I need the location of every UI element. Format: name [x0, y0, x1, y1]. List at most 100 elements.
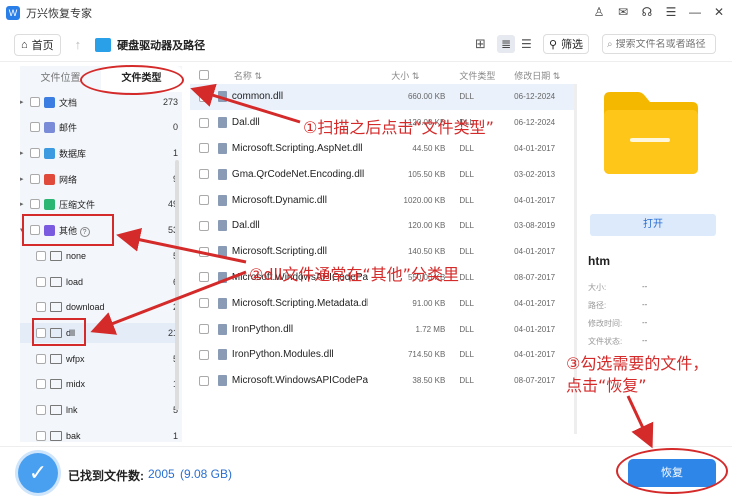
sidebar-item-documents[interactable]: ▸ 文档 273 — [20, 92, 178, 112]
file-name: Microsoft.Scripting.dll — [217, 246, 368, 258]
row-checkbox[interactable] — [198, 272, 209, 283]
menu-icon[interactable]: ☰ — [662, 3, 680, 21]
checkbox[interactable] — [30, 199, 40, 209]
filter-label: 筛选 — [561, 39, 584, 51]
file-icon — [217, 246, 227, 258]
annotation-box-dll — [32, 318, 86, 346]
checkbox[interactable] — [36, 431, 46, 441]
column-type[interactable]: 文件类型 — [459, 69, 514, 82]
sidebar-scrollbar[interactable] — [175, 160, 179, 410]
expand-arrow-icon[interactable]: ▸ — [20, 200, 30, 208]
expand-arrow-icon[interactable]: ▸ — [20, 175, 30, 183]
file-row[interactable]: common.dll 660.00 KB DLL 06-12-2024 — [190, 84, 574, 110]
found-label: 已找到文件数: — [68, 469, 144, 483]
list-view-icon[interactable]: ≣ — [497, 35, 515, 53]
row-checkbox[interactable] — [198, 298, 209, 309]
file-size: 44.50 KB — [412, 143, 446, 153]
file-type: DLL — [459, 324, 474, 334]
file-row[interactable]: IronPython.dll 1.72 MB DLL 04-01-2017 — [190, 316, 574, 342]
row-checkbox[interactable] — [198, 246, 209, 257]
row-checkbox[interactable] — [198, 220, 209, 231]
detail-view-icon[interactable]: ☰ — [521, 36, 537, 52]
folder-icon — [50, 405, 62, 415]
file-type: DLL — [459, 143, 474, 153]
sidebar-item-wfpx[interactable]: wfpx 5 — [20, 349, 178, 369]
file-type: DLL — [459, 376, 474, 386]
expand-arrow-icon[interactable]: ▸ — [20, 98, 30, 106]
row-checkbox[interactable] — [198, 117, 209, 128]
file-type: DLL — [459, 350, 474, 360]
sidebar-item-database[interactable]: ▸ 数据库 1 — [20, 143, 178, 163]
row-checkbox[interactable] — [198, 195, 209, 206]
row-checkbox[interactable] — [198, 349, 209, 360]
sidebar-item-load[interactable]: load 6 — [20, 272, 178, 292]
column-name[interactable]: 名称 ⇅ — [218, 69, 368, 82]
row-checkbox[interactable] — [198, 169, 209, 180]
minimize-icon[interactable]: — — [686, 3, 704, 21]
row-checkbox[interactable] — [198, 91, 209, 102]
file-icon — [217, 349, 227, 361]
account-icon[interactable]: ♙ — [590, 3, 608, 21]
checkbox[interactable] — [36, 405, 46, 415]
message-icon[interactable]: ✉ — [614, 3, 632, 21]
toolbar: ⌂ 首页 ↑ 硬盘驱动器及路径 ⊞ ≣ ☰ ⚲ 筛选 ⌕ — [0, 28, 732, 62]
checkbox[interactable] — [36, 354, 46, 364]
file-name: Microsoft.Scripting.AspNet.dll — [217, 142, 368, 154]
sidebar-item-archive[interactable]: ▸ 压缩文件 49 — [20, 194, 178, 214]
up-arrow-icon[interactable]: ↑ — [75, 37, 82, 52]
file-row[interactable]: Microsoft.Scripting.Metadata.dll 91.00 KB… — [190, 290, 574, 316]
annotation-step1: ①扫描之后点击“文件类型” — [303, 118, 494, 137]
file-row[interactable]: Microsoft.Scripting.AspNet.dll 44.50 KB DL… — [190, 136, 574, 162]
checkbox[interactable] — [36, 379, 46, 389]
sidebar-item-lnk[interactable]: lnk 5 — [20, 400, 178, 420]
sidebar-item-web[interactable]: ▸ 网络 9 — [20, 169, 178, 189]
sidebar-item-midx[interactable]: midx 1 — [20, 374, 178, 394]
select-all-checkbox[interactable] — [198, 70, 209, 80]
search-input[interactable] — [615, 38, 708, 50]
column-size[interactable]: 大小 ⇅ — [368, 69, 460, 82]
close-icon[interactable]: ✕ — [710, 3, 728, 21]
sidebar-item-none[interactable]: none 5 — [20, 246, 178, 266]
file-type: DLL — [459, 221, 474, 231]
column-date[interactable]: 修改日期 ⇅ — [514, 69, 574, 82]
file-size: 1.72 MB — [415, 324, 446, 334]
open-button[interactable]: 打开 — [590, 214, 716, 236]
database-icon — [44, 147, 55, 159]
checkbox[interactable] — [36, 302, 46, 312]
sidebar-item-email[interactable]: 邮件 0 — [20, 117, 178, 137]
found-size: (9.08 GB) — [180, 467, 233, 481]
file-row[interactable]: Dal.dll 120.00 KB DLL 03-08-2019 — [190, 213, 574, 239]
checkbox[interactable] — [36, 277, 46, 287]
checkbox[interactable] — [36, 251, 46, 261]
sidebar-item-count: 1 — [172, 148, 178, 158]
checkbox[interactable] — [30, 122, 40, 132]
file-size: 660.00 KB — [407, 92, 446, 102]
app-logo-icon: W — [6, 6, 20, 20]
sidebar-item-bak[interactable]: bak 1 — [20, 426, 178, 446]
file-date: 06-12-2024 — [514, 92, 556, 102]
file-size: 714.50 KB — [407, 350, 446, 360]
file-row[interactable]: Microsoft.WindowsAPICodePack.... 38.50 KB… — [190, 368, 574, 394]
checkbox[interactable] — [30, 148, 40, 158]
file-name: IronPython.dll — [217, 323, 368, 335]
file-icon — [217, 220, 227, 232]
filter-button[interactable]: ⚲ 筛选 — [543, 34, 590, 54]
sidebar-item-download[interactable]: download 2 — [20, 297, 178, 317]
expand-arrow-icon[interactable]: ▸ — [20, 149, 30, 157]
row-checkbox[interactable] — [198, 324, 209, 335]
folder-icon — [50, 302, 62, 312]
file-row[interactable]: Microsoft.Dynamic.dll 1020.00 KB DLL 04-01-… — [190, 187, 574, 213]
home-button[interactable]: ⌂ 首页 — [14, 33, 61, 56]
checkbox[interactable] — [30, 97, 40, 107]
file-row[interactable]: Gma.QrCodeNet.Encoding.dll 105.50 KB DLL 03… — [190, 161, 574, 187]
grid-view-icon[interactable]: ⊞ — [475, 36, 491, 52]
checkbox[interactable] — [30, 174, 40, 184]
row-checkbox[interactable] — [198, 143, 209, 154]
drive-icon — [95, 37, 112, 52]
title-bar: W 万兴恢复专家 ♙ ✉ ☊ ☰ — ✕ — [0, 0, 732, 26]
support-icon[interactable]: ☊ — [638, 3, 656, 21]
row-checkbox[interactable] — [198, 375, 209, 386]
search-box[interactable]: ⌕ — [602, 34, 716, 54]
file-name: IronPython.Modules.dll — [217, 349, 368, 361]
file-row[interactable]: IronPython.Modules.dll 714.50 KB DLL 04-01-… — [190, 342, 574, 368]
